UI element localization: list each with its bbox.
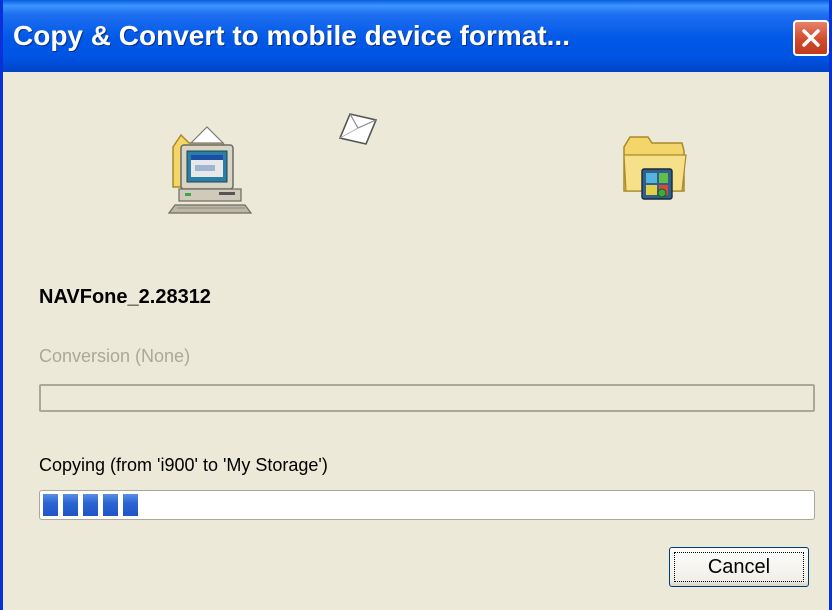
copying-progress-bar <box>39 490 815 520</box>
close-button[interactable] <box>793 20 829 56</box>
mobile-device-folder-icon <box>620 133 692 208</box>
copying-label: Copying (from 'i900' to 'My Storage') <box>39 455 328 475</box>
progress-segment <box>103 494 118 516</box>
computer-icon <box>161 125 256 225</box>
title-bar[interactable]: Copy & Convert to mobile device format..… <box>3 0 829 72</box>
conversion-label: Conversion (None) <box>39 346 191 366</box>
copying-progress-fill <box>43 494 143 516</box>
flying-document-icon <box>336 108 382 153</box>
progress-segment <box>123 494 138 516</box>
progress-segment <box>63 494 78 516</box>
cancel-button[interactable]: Cancel <box>669 547 809 587</box>
progress-segment <box>83 494 98 516</box>
item-name: NAVFone_2.28312 <box>39 286 211 308</box>
cancel-button-label: Cancel <box>674 552 804 582</box>
progress-segment <box>43 494 58 516</box>
conversion-progress-bar <box>39 384 815 412</box>
close-icon <box>802 29 820 47</box>
window-title: Copy & Convert to mobile device format..… <box>13 20 570 51</box>
dialog-window: Copy & Convert to mobile device format..… <box>0 0 832 610</box>
